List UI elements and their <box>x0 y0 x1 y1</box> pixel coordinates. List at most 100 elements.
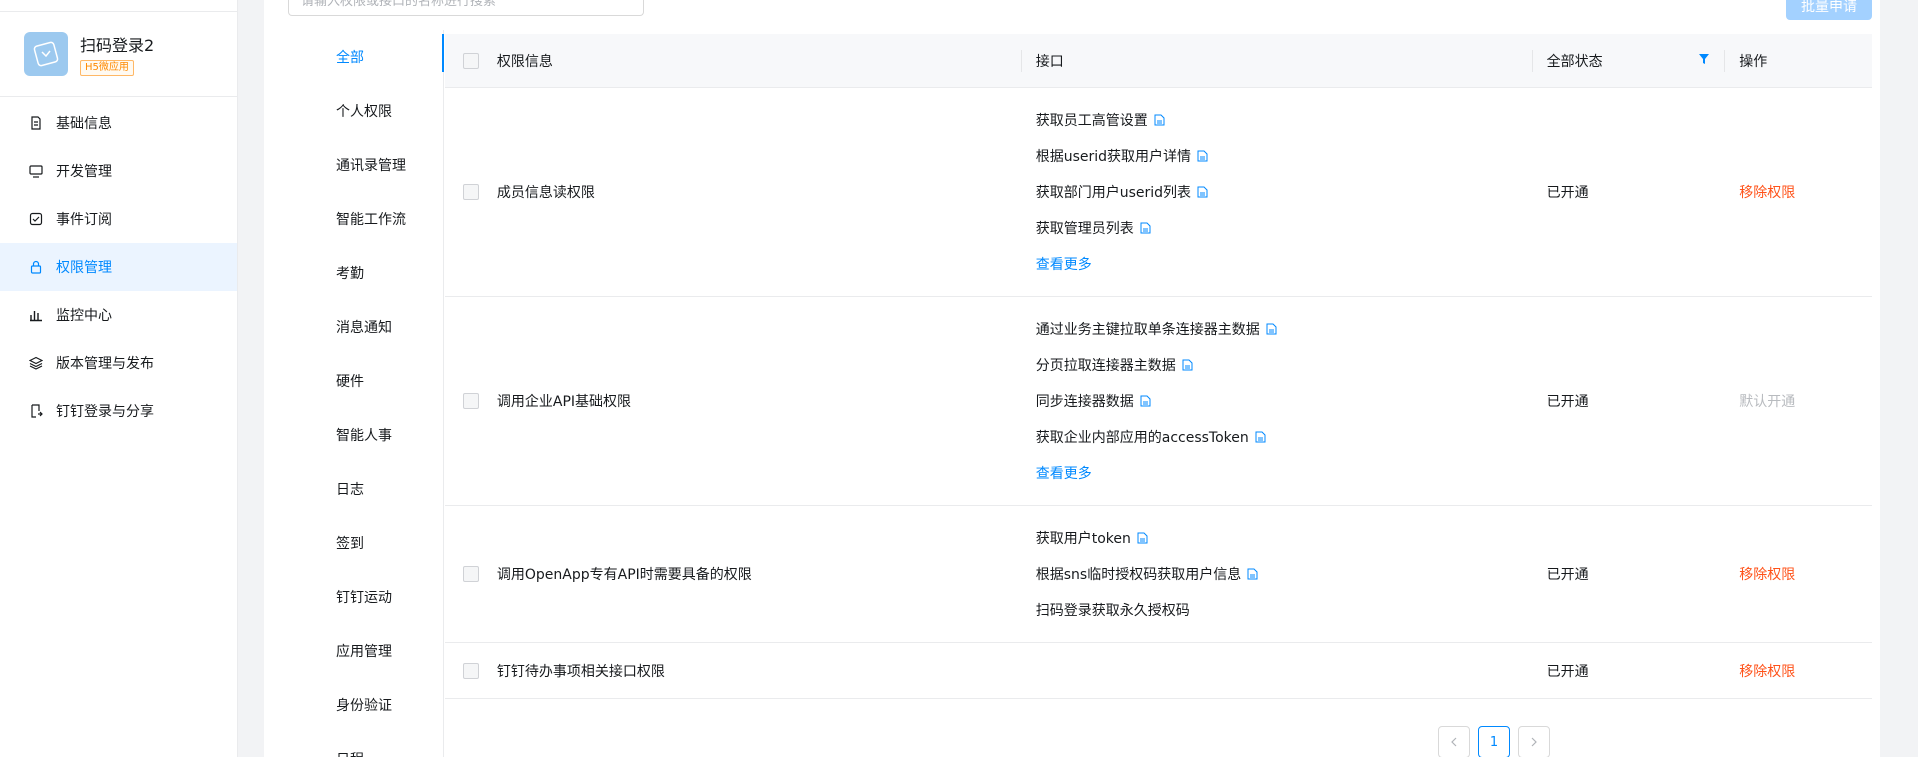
select-all-checkbox[interactable] <box>462 52 479 69</box>
sidebar-item-label: 开发管理 <box>56 164 112 180</box>
sidebar-item-label: 钉钉登录与分享 <box>56 404 154 420</box>
category-item[interactable]: 硬件 <box>288 354 443 408</box>
category-item[interactable]: 通讯录管理 <box>288 138 443 192</box>
api-list: 通过业务主键拉取单条连接器主数据 分页拉取连接器主数据 同步连接器数据 获取企业内部应… <box>1036 297 1532 505</box>
api-doc-icon[interactable] <box>1266 323 1277 335</box>
header-op: 操作 <box>1739 53 1768 70</box>
sidebar-item-label: 权限管理 <box>56 260 112 276</box>
api-doc-icon[interactable] <box>1197 186 1208 198</box>
api-doc-icon[interactable] <box>1137 532 1148 544</box>
api-name: 获取管理员列表 <box>1035 221 1134 237</box>
filter-icon[interactable] <box>1698 53 1710 69</box>
api-item: 扫码登录获取永久授权码 <box>1036 592 1532 628</box>
api-doc-icon[interactable] <box>1154 114 1165 126</box>
category-item[interactable]: 全部 <box>288 30 444 84</box>
table-row: 钉钉待办事项相关接口权限 已开通 移除权限 <box>445 643 1872 699</box>
app-card: 扫码登录2 H5微应用 <box>0 12 237 97</box>
category-item[interactable]: 应用管理 <box>288 624 443 678</box>
status-text: 已开通 <box>1546 185 1589 201</box>
search-input[interactable]: 请输入权限或接口的名称进行搜索 <box>288 0 644 16</box>
table-row: 调用企业API基础权限 通过业务主键拉取单条连接器主数据 分页拉取连接器主数据同步连… <box>445 297 1872 506</box>
table-body: 成员信息读权限 获取员工高管设置根据userid获取用户详情 获取部门用户useri… <box>445 88 1872 699</box>
permission-name: 成员信息读权限 <box>496 185 595 201</box>
category-item[interactable]: 签到 <box>288 516 443 570</box>
remove-permission-link[interactable]: 移除权限 <box>1739 185 1795 201</box>
category-item[interactable]: 智能人事 <box>288 408 443 462</box>
sidebar-item-1[interactable]: 基础信息 <box>0 99 237 147</box>
sidebar-item-5[interactable]: 监控中心 <box>0 291 237 339</box>
view-more-link[interactable]: 查看更多 <box>1036 246 1532 282</box>
page-number[interactable]: 1 <box>1478 726 1510 757</box>
remove-permission-link[interactable]: 移除权限 <box>1739 567 1795 583</box>
api-doc-icon[interactable] <box>1140 395 1151 407</box>
api-name: 获取部门用户userid列表 <box>1035 185 1192 201</box>
sidebar-item-label: 基础信息 <box>56 116 112 132</box>
category-item[interactable]: 消息通知 <box>288 300 443 354</box>
sidebar-item-3[interactable]: 事件订阅 <box>0 195 237 243</box>
app-name: 扫码登录2 <box>80 36 155 55</box>
api-name: 根据userid获取用户详情 <box>1035 149 1192 165</box>
api-list: 获取用户token 根据sns临时授权码获取用户信息 扫码登录获取永久授权码 <box>1036 506 1532 642</box>
header-status[interactable]: 全部状态 <box>1533 51 1725 71</box>
status-text: 已开通 <box>1546 663 1589 680</box>
api-item: 根据userid获取用户详情 <box>1036 138 1532 174</box>
category-list: 全部 个人权限 通讯录管理 智能工作流 考勤 消息通知 硬件 智能人事 日志 签到 钉钉运动 应用管理… <box>288 30 444 757</box>
api-item: 获取员工高管设置 <box>1036 102 1532 138</box>
category-item[interactable]: 钉钉运动 <box>288 570 443 624</box>
category-item[interactable]: 身份验证 <box>288 678 443 732</box>
view-more-link[interactable]: 查看更多 <box>1036 455 1532 491</box>
table-row: 成员信息读权限 获取员工高管设置根据userid获取用户详情 获取部门用户useri… <box>445 88 1872 297</box>
prev-page-button[interactable] <box>1438 726 1470 757</box>
layers-icon <box>28 355 44 371</box>
api-doc-icon[interactable] <box>1255 431 1266 443</box>
api-doc-icon[interactable] <box>1247 568 1258 580</box>
batch-apply-button[interactable]: 批量申请 <box>1786 0 1872 20</box>
default-enabled-label: 默认开通 <box>1739 394 1796 410</box>
sidebar-item-6[interactable]: 版本管理与发布 <box>0 339 237 387</box>
pagination: 1 <box>1438 726 1550 757</box>
lock-icon <box>28 259 44 275</box>
api-doc-icon[interactable] <box>1197 150 1208 162</box>
share-doc-icon <box>28 403 44 419</box>
status-text: 已开通 <box>1546 567 1589 583</box>
api-doc-icon[interactable] <box>1182 359 1193 371</box>
row-checkbox[interactable] <box>462 393 479 409</box>
remove-permission-link[interactable]: 移除权限 <box>1739 664 1795 680</box>
category-item[interactable]: 个人权限 <box>288 84 443 138</box>
category-item[interactable]: 日志 <box>288 462 443 516</box>
api-name: 获取员工高管设置 <box>1035 113 1148 129</box>
api-item: 分页拉取连接器主数据 <box>1036 347 1532 383</box>
category-item[interactable]: 日程 <box>288 732 443 757</box>
row-checkbox[interactable] <box>462 566 479 582</box>
sidebar-item-label: 监控中心 <box>56 308 112 324</box>
next-page-button[interactable] <box>1518 726 1550 757</box>
api-item: 获取管理员列表 <box>1036 210 1532 246</box>
sidebar-item-2[interactable]: 开发管理 <box>0 147 237 195</box>
sidebar: 扫码登录2 H5微应用 基础信息开发管理事件订阅权限管理监控中心版本管理与发布钉… <box>0 0 238 757</box>
table-header: 权限信息 接口 全部状态 操作 <box>445 34 1872 88</box>
permission-name: 钉钉待办事项相关接口权限 <box>496 663 665 680</box>
main-panel: 请输入权限或接口的名称进行搜索 批量申请 全部 个人权限 通讯录管理 智能工作流 考勤消… <box>264 0 1880 757</box>
sidebar-nav: 基础信息开发管理事件订阅权限管理监控中心版本管理与发布钉钉登录与分享 <box>0 99 237 435</box>
category-item[interactable]: 智能工作流 <box>288 192 443 246</box>
api-item: 通过业务主键拉取单条连接器主数据 <box>1036 311 1532 347</box>
app-type-badge: H5微应用 <box>80 60 134 76</box>
row-checkbox[interactable] <box>462 662 479 679</box>
api-name: 获取用户token <box>1035 531 1131 547</box>
table-row: 调用OpenApp专有API时需要具备的权限 获取用户token 根据sns临时授权… <box>445 506 1872 643</box>
api-list: 获取员工高管设置根据userid获取用户详情 获取部门用户userid列表 获取管理… <box>1036 88 1532 296</box>
permission-table: 权限信息 接口 全部状态 操作 成员信息读权限 获取员工高管设置根据userid获… <box>445 34 1872 699</box>
sidebar-item-7[interactable]: 钉钉登录与分享 <box>0 387 237 435</box>
sidebar-top-divider <box>0 0 237 12</box>
permission-name: 调用OpenApp专有API时需要具备的权限 <box>496 567 752 583</box>
api-doc-icon[interactable] <box>1140 222 1151 234</box>
sidebar-item-label: 事件订阅 <box>56 212 112 228</box>
api-name: 通过业务主键拉取单条连接器主数据 <box>1035 322 1260 338</box>
api-name: 扫码登录获取永久授权码 <box>1035 603 1190 619</box>
sidebar-item-4[interactable]: 权限管理 <box>0 243 237 291</box>
api-name: 分页拉取连接器主数据 <box>1035 358 1176 374</box>
permission-name: 调用企业API基础权限 <box>496 394 632 410</box>
row-checkbox[interactable] <box>462 184 479 200</box>
category-item[interactable]: 考勤 <box>288 246 443 300</box>
api-item: 同步连接器数据 <box>1036 383 1532 419</box>
